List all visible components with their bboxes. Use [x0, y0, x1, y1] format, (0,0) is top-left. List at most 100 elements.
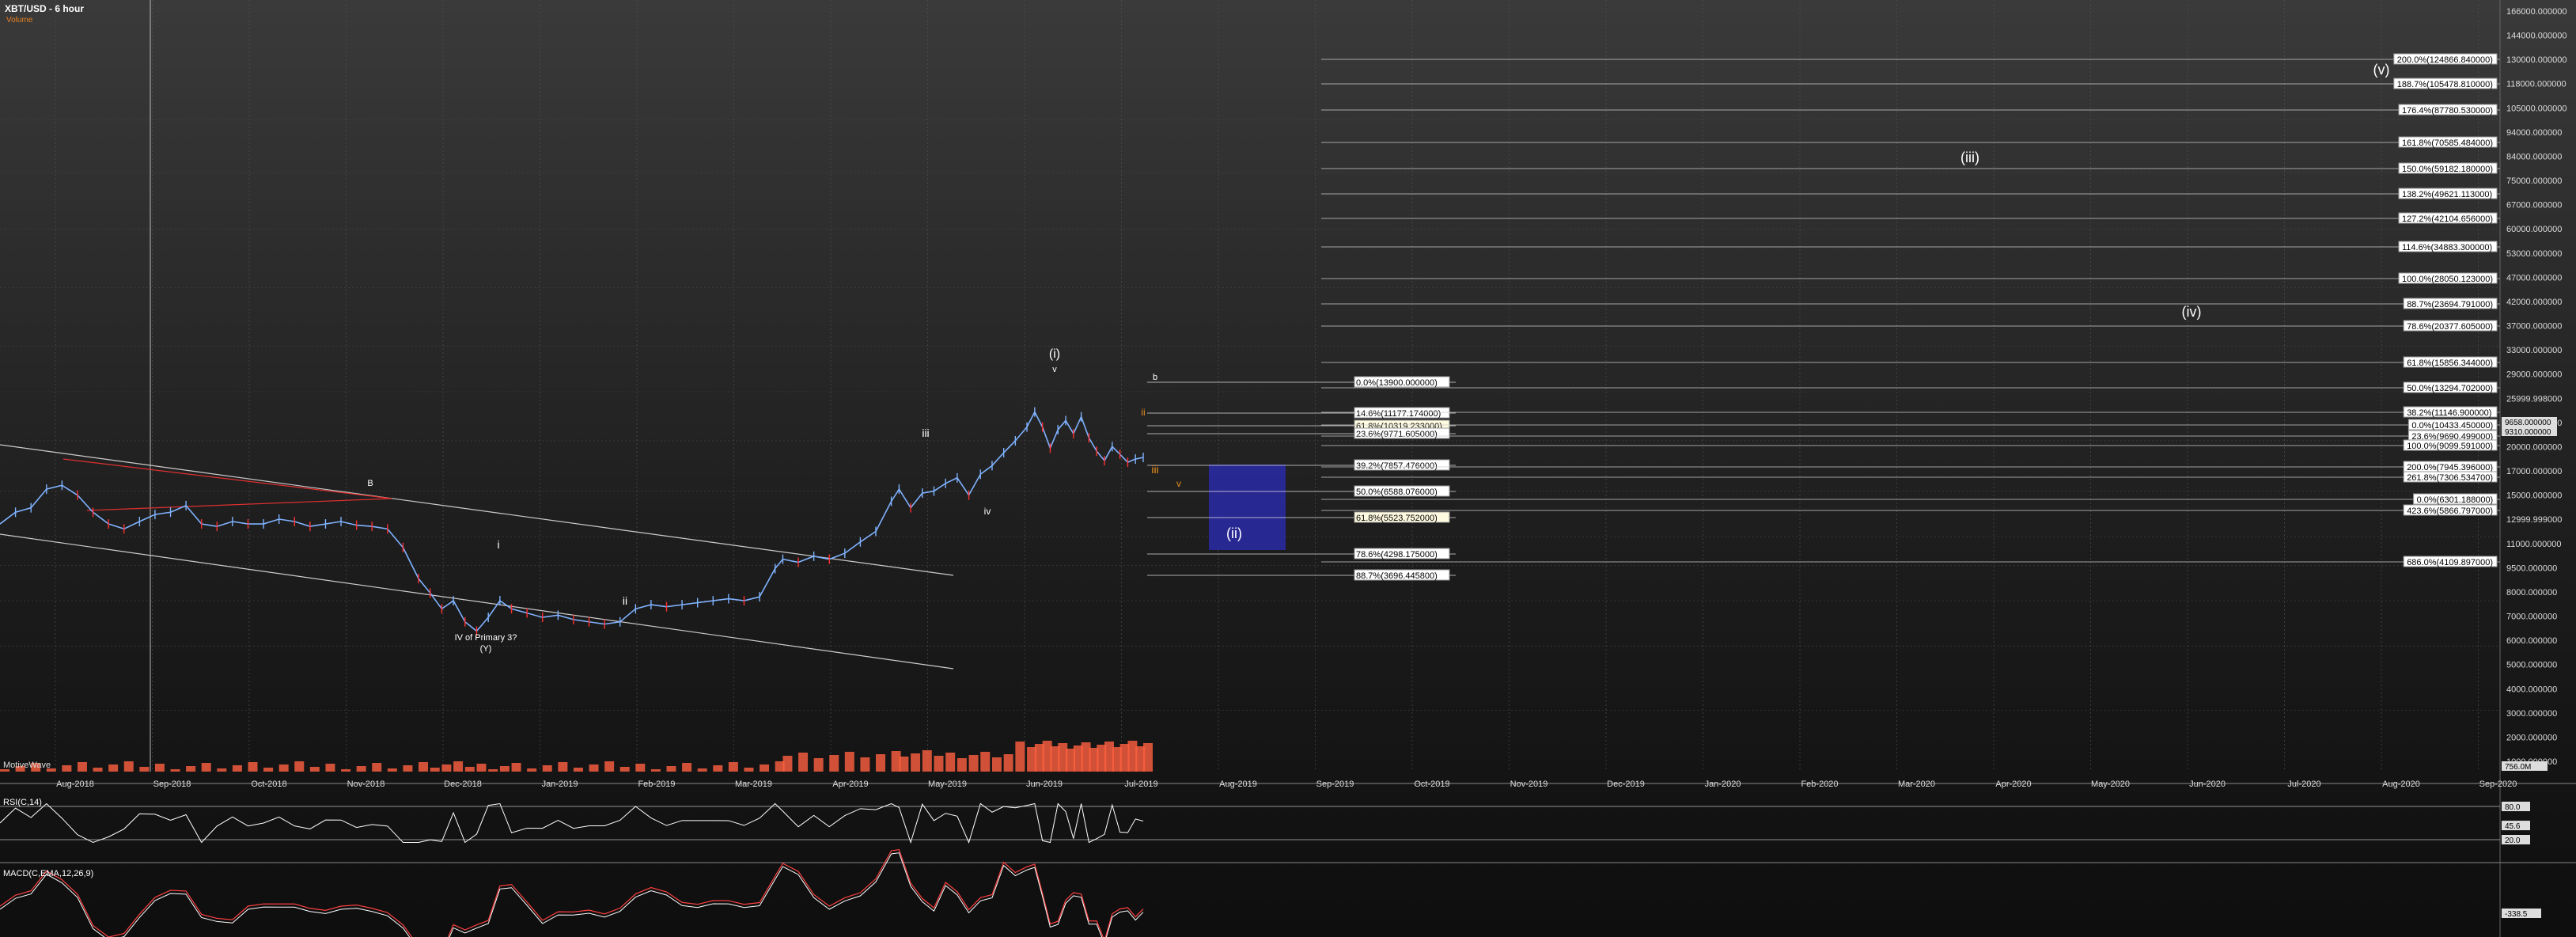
macd-line — [0, 852, 1144, 937]
volume-bar — [464, 767, 475, 772]
volume-bar — [558, 762, 568, 772]
volume-bar — [911, 753, 921, 772]
volume-bar — [666, 766, 676, 772]
volume-bar — [419, 762, 429, 772]
y-tick-label: 11000.000000 — [2506, 540, 2562, 549]
fib-level-label: 200.0%(124866.840000) — [2397, 55, 2493, 65]
fib-level-label: 127.2%(42104.656000) — [2402, 214, 2493, 224]
volume-bar — [232, 765, 242, 772]
rsi-badge: 20.0 — [2505, 836, 2521, 845]
wave-label: iii — [922, 427, 929, 439]
x-tick-label: May-2020 — [2091, 780, 2130, 789]
volume-bar — [1015, 742, 1025, 772]
volume-bar — [650, 769, 661, 772]
wave-label: (iii) — [1960, 150, 1979, 165]
volume-bar — [511, 763, 521, 772]
wave-label: (v) — [2373, 62, 2390, 78]
x-tick-label: Apr-2019 — [832, 780, 868, 789]
fib-level-label: 23.6%(9771.605000) — [1356, 430, 1438, 439]
volume-bar — [957, 758, 967, 772]
x-tick-label: Jan-2019 — [542, 780, 578, 789]
volume-bar — [217, 768, 227, 772]
volume-bar — [170, 769, 180, 772]
y-tick-label: 166000.000000 — [2506, 7, 2567, 17]
volume-bar — [341, 769, 351, 772]
wave-label: (i) — [1049, 347, 1060, 361]
fib-level-label: 686.0%(4109.897000) — [2407, 558, 2493, 567]
volume-bar — [980, 752, 991, 772]
x-tick-label: Nov-2018 — [347, 780, 385, 789]
y-tick-label: 9500.000000 — [2506, 563, 2557, 573]
y-tick-label: 144000.000000 — [2506, 32, 2567, 41]
y-tick-label: 118000.000000 — [2506, 80, 2567, 89]
volume-bar — [123, 761, 134, 772]
x-tick-label: Sep-2020 — [2479, 780, 2517, 789]
price-badge: 9658.000000 — [2505, 419, 2551, 427]
volume-bar — [476, 764, 487, 772]
y-tick-label: 42000.000000 — [2506, 298, 2562, 307]
volume-bar — [1003, 754, 1013, 772]
wave-label: v — [1052, 365, 1057, 374]
volume-bar — [573, 768, 583, 772]
y-tick-label: 20000.000000 — [2506, 442, 2562, 452]
wave-label: b — [1153, 373, 1157, 382]
volume-bar — [1143, 743, 1153, 772]
fib-level-label: 176.4%(87780.530000) — [2402, 106, 2493, 116]
volume-bar — [309, 767, 320, 772]
volume-bar — [403, 765, 413, 772]
y-tick-label: 75000.000000 — [2506, 176, 2562, 186]
y-tick-label: 47000.000000 — [2506, 273, 2562, 283]
rsi-badge: 80.0 — [2505, 803, 2521, 812]
volume-bar — [860, 757, 870, 772]
volume-bar — [278, 764, 289, 772]
volume-bar — [604, 761, 615, 772]
watermark: MotiveWave — [3, 761, 51, 770]
fib-target-box — [1209, 465, 1286, 550]
volume-bar — [108, 764, 119, 772]
volume-bar — [899, 757, 909, 772]
x-tick-label: Apr-2020 — [1995, 780, 2031, 789]
volume-bar — [453, 761, 464, 772]
x-tick-label: Aug-2018 — [56, 780, 94, 789]
x-tick-label: Mar-2020 — [1898, 780, 1935, 789]
x-tick-label: Jun-2020 — [2189, 780, 2226, 789]
x-tick-label: Jul-2020 — [2287, 780, 2320, 789]
y-tick-label: 25999.998000 — [2506, 394, 2562, 404]
fib-level-label: 114.6%(34883.300000) — [2402, 243, 2492, 252]
volume-bar — [922, 750, 932, 772]
volume-bar — [876, 754, 886, 772]
rsi-line — [0, 802, 1144, 844]
wave-label: IV of Primary 3? — [455, 633, 517, 643]
y-tick-label: 4000.000000 — [2506, 685, 2557, 694]
volume-bar — [93, 768, 103, 772]
y-tick-label: 17000.000000 — [2506, 467, 2562, 476]
x-tick-label: Oct-2019 — [1414, 780, 1449, 789]
wave-label: i — [497, 538, 499, 551]
y-tick-label: 60000.000000 — [2506, 225, 2562, 234]
y-tick-label: 67000.000000 — [2506, 201, 2562, 211]
y-tick-label: 5000.000000 — [2506, 661, 2557, 670]
volume-bar — [139, 767, 150, 772]
volume-bar — [934, 756, 944, 772]
y-tick-label: 94000.000000 — [2506, 128, 2562, 138]
volume-bar — [154, 764, 165, 772]
volume-bar — [713, 765, 723, 772]
volume-bar — [387, 768, 397, 772]
x-tick-label: Oct-2018 — [251, 780, 286, 789]
volume-bar — [356, 766, 366, 772]
wave-label: v — [1176, 478, 1181, 489]
volume-bar — [248, 762, 258, 772]
volume-bar — [968, 755, 979, 772]
x-tick-label: May-2019 — [928, 780, 967, 789]
price-chart[interactable]: Aug-2018 Sep-2018 Oct-2018 Nov-2018 Dec-2018… — [0, 0, 2576, 937]
red-trendline — [86, 498, 392, 511]
volume-bar — [201, 763, 211, 772]
x-tick-label: Jun-2019 — [1026, 780, 1063, 789]
y-tick-label: 8000.000000 — [2506, 588, 2557, 597]
volume-badge: 756.0M — [2505, 763, 2531, 772]
x-tick-label: Sep-2019 — [1316, 780, 1354, 789]
volume-bar — [488, 769, 498, 772]
volume-bar — [945, 753, 956, 772]
trend-channel-upper — [0, 444, 954, 576]
x-tick-label: Feb-2019 — [638, 780, 675, 789]
